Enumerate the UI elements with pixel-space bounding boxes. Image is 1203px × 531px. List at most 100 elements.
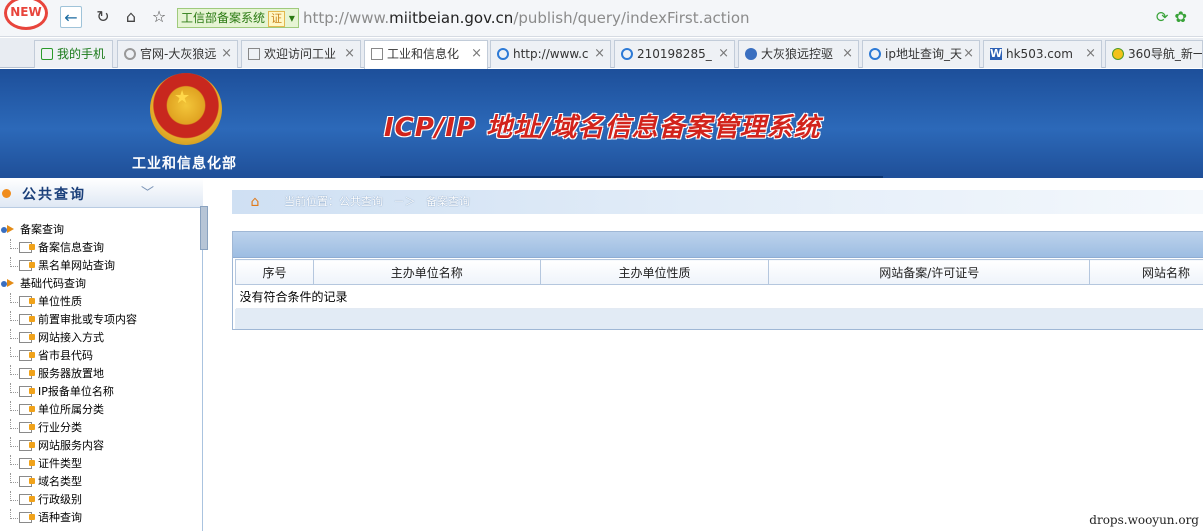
close-icon[interactable]: × [221,41,232,67]
tab-label: 工业和信息化 [387,47,460,61]
tab-http-url[interactable]: http://www.c × [490,40,611,68]
document-icon [19,386,35,397]
tab-miit[interactable]: 工业和信息化 × [364,40,488,69]
tab-remote-control[interactable]: 大灰狼远控驱 × [738,40,859,68]
sidebar-tree: 备案查询 备案信息查询 黑名单网站查询 基础代码查询 单位性质 前置审批或专项内… [0,221,200,527]
document-icon [19,458,35,469]
collapse-chevron-icon[interactable]: ﹀ [141,182,154,201]
tree-item[interactable]: 单位性质 [0,293,200,311]
document-icon [19,242,35,253]
tree-item[interactable]: 网站服务内容 [0,437,200,455]
home-icon[interactable]: ⌂ [120,6,142,28]
leaf-icon[interactable]: ✿ [1174,8,1193,26]
tree-item[interactable]: 网站接入方式 [0,329,200,347]
document-icon [19,332,35,343]
breadcrumb-arrow: －＞ [393,195,416,208]
tree-item-label: 行业分类 [38,421,82,434]
results-table: 序号 主办单位名称 主办单位性质 网站备案/许可证号 网站名称 没有符合条件的记… [235,259,1203,309]
tab-ip-lookup[interactable]: ip地址查询_天 × [862,40,980,68]
tree-item[interactable]: 行政级别 [0,491,200,509]
tree-item[interactable]: IP报备单位名称 [0,383,200,401]
close-icon[interactable]: × [594,41,605,67]
breadcrumb: ⌂ 当前位置：公共查询 －＞ 备案查询 [232,190,1203,214]
search-icon [869,48,881,60]
browser-address-bar: NEW ← ↻ ⌂ ☆ 工信部备案系统证 ▾ http://www.miitbe… [0,0,1203,37]
tab-hk503[interactable]: W hk503.com × [983,40,1102,68]
tree-item-label: 行政级别 [38,493,82,506]
group-icon [1,225,15,235]
tree-item[interactable]: 域名类型 [0,473,200,491]
tree-item-label: 备案信息查询 [38,241,104,254]
url-path: /publish/query/indexFirst.action [513,9,750,27]
tab-label: 我的手机 [57,47,106,61]
document-icon [19,494,35,505]
tab-label: 210198285_ [637,47,712,61]
tab-my-phone[interactable]: 我的手机 [34,40,113,68]
sidebar-scrollbar[interactable] [200,206,208,250]
sidebar-title: 公共查询 [22,187,86,203]
tree-item-label: 域名类型 [38,475,82,488]
star-icon[interactable]: ☆ [148,6,170,28]
tree-group-label: 基础代码查询 [20,277,86,290]
close-icon[interactable]: × [718,41,729,67]
url-input[interactable]: http://www.miitbeian.gov.cn/publish/quer… [303,7,750,29]
site-icon [124,48,136,60]
tree-item[interactable]: 服务器放置地 [0,365,200,383]
tree-item-blacklist-query[interactable]: 黑名单网站查询 [0,257,200,275]
home-icon[interactable]: ⌂ [246,193,264,211]
tab-label: 官网-大灰狼远 [140,47,217,61]
close-icon[interactable]: × [842,41,853,67]
tab-welcome[interactable]: 欢迎访问工业 × [241,40,361,68]
tree-item[interactable]: 前置审批或专项内容 [0,311,200,329]
tree-item[interactable]: 省市县代码 [0,347,200,365]
document-icon [19,350,35,361]
address-bar-actions[interactable]: ⟳✿ [1156,8,1193,26]
page-icon [248,48,260,60]
sidebar-header[interactable]: 公共查询 ﹀ [0,178,203,208]
document-icon [19,512,35,523]
table-row: 没有符合条件的记录 [235,284,1203,309]
tree-group-filing-query[interactable]: 备案查询 [0,221,200,239]
tree-item[interactable]: 证件类型 [0,455,200,473]
cert-icon: 证 [268,11,286,27]
document-icon [19,422,35,433]
tab-label: ip地址查询_天 [885,47,962,61]
document-icon [19,260,35,271]
site-security-badge[interactable]: 工信部备案系统证 ▾ [177,8,299,28]
tree-item-label: IP报备单位名称 [38,385,114,398]
tree-group-basic-code-query[interactable]: 基础代码查询 [0,275,200,293]
tree-item[interactable]: 行业分类 [0,419,200,437]
close-icon[interactable]: × [471,41,482,67]
phone-icon [41,48,53,60]
column-header-sponsor-type: 主办单位性质 [539,259,770,285]
nav360-icon [1112,48,1124,60]
sidebar: 公共查询 ﹀ 备案查询 备案信息查询 黑名单网站查询 基础代码查询 单位性质 前… [0,178,208,531]
site-badge-label: 工信部备案系统 [181,11,266,25]
tree-item-label: 网站接入方式 [38,331,104,344]
refresh-icon[interactable]: ↻ [92,6,114,28]
results-panel: 序号 主办单位名称 主办单位性质 网站备案/许可证号 网站名称 没有符合条件的记… [232,231,1203,330]
document-icon [19,476,35,487]
back-button[interactable]: ← [60,6,82,28]
tab-qq-search[interactable]: 210198285_ × [614,40,735,68]
tree-group-label: 备案查询 [20,223,64,236]
tree-item-label: 单位性质 [38,295,82,308]
document-icon [19,404,35,415]
tab-label: http://www.c [513,47,589,61]
close-icon[interactable]: × [344,41,355,67]
document-icon [19,296,35,307]
group-icon [1,279,15,289]
tree-item[interactable]: 语种查询 [0,509,200,527]
tab-official-site[interactable]: 官网-大灰狼远 × [117,40,238,68]
tree-item[interactable]: 单位所属分类 [0,401,200,419]
tab-label: 360导航_新一 [1128,47,1203,61]
reload-icon[interactable]: ⟳ [1156,8,1175,26]
url-domain: miitbeian.gov.cn [389,9,514,27]
new-badge: NEW [4,0,48,30]
close-icon[interactable]: × [1085,41,1096,67]
tree-item-label: 前置审批或专项内容 [38,313,137,326]
table-header-row: 序号 主办单位名称 主办单位性质 网站备案/许可证号 网站名称 [235,259,1203,285]
tab-360-nav[interactable]: 360导航_新一 [1105,40,1203,68]
close-icon[interactable]: × [963,41,974,67]
tree-item-filing-info-query[interactable]: 备案信息查询 [0,239,200,257]
